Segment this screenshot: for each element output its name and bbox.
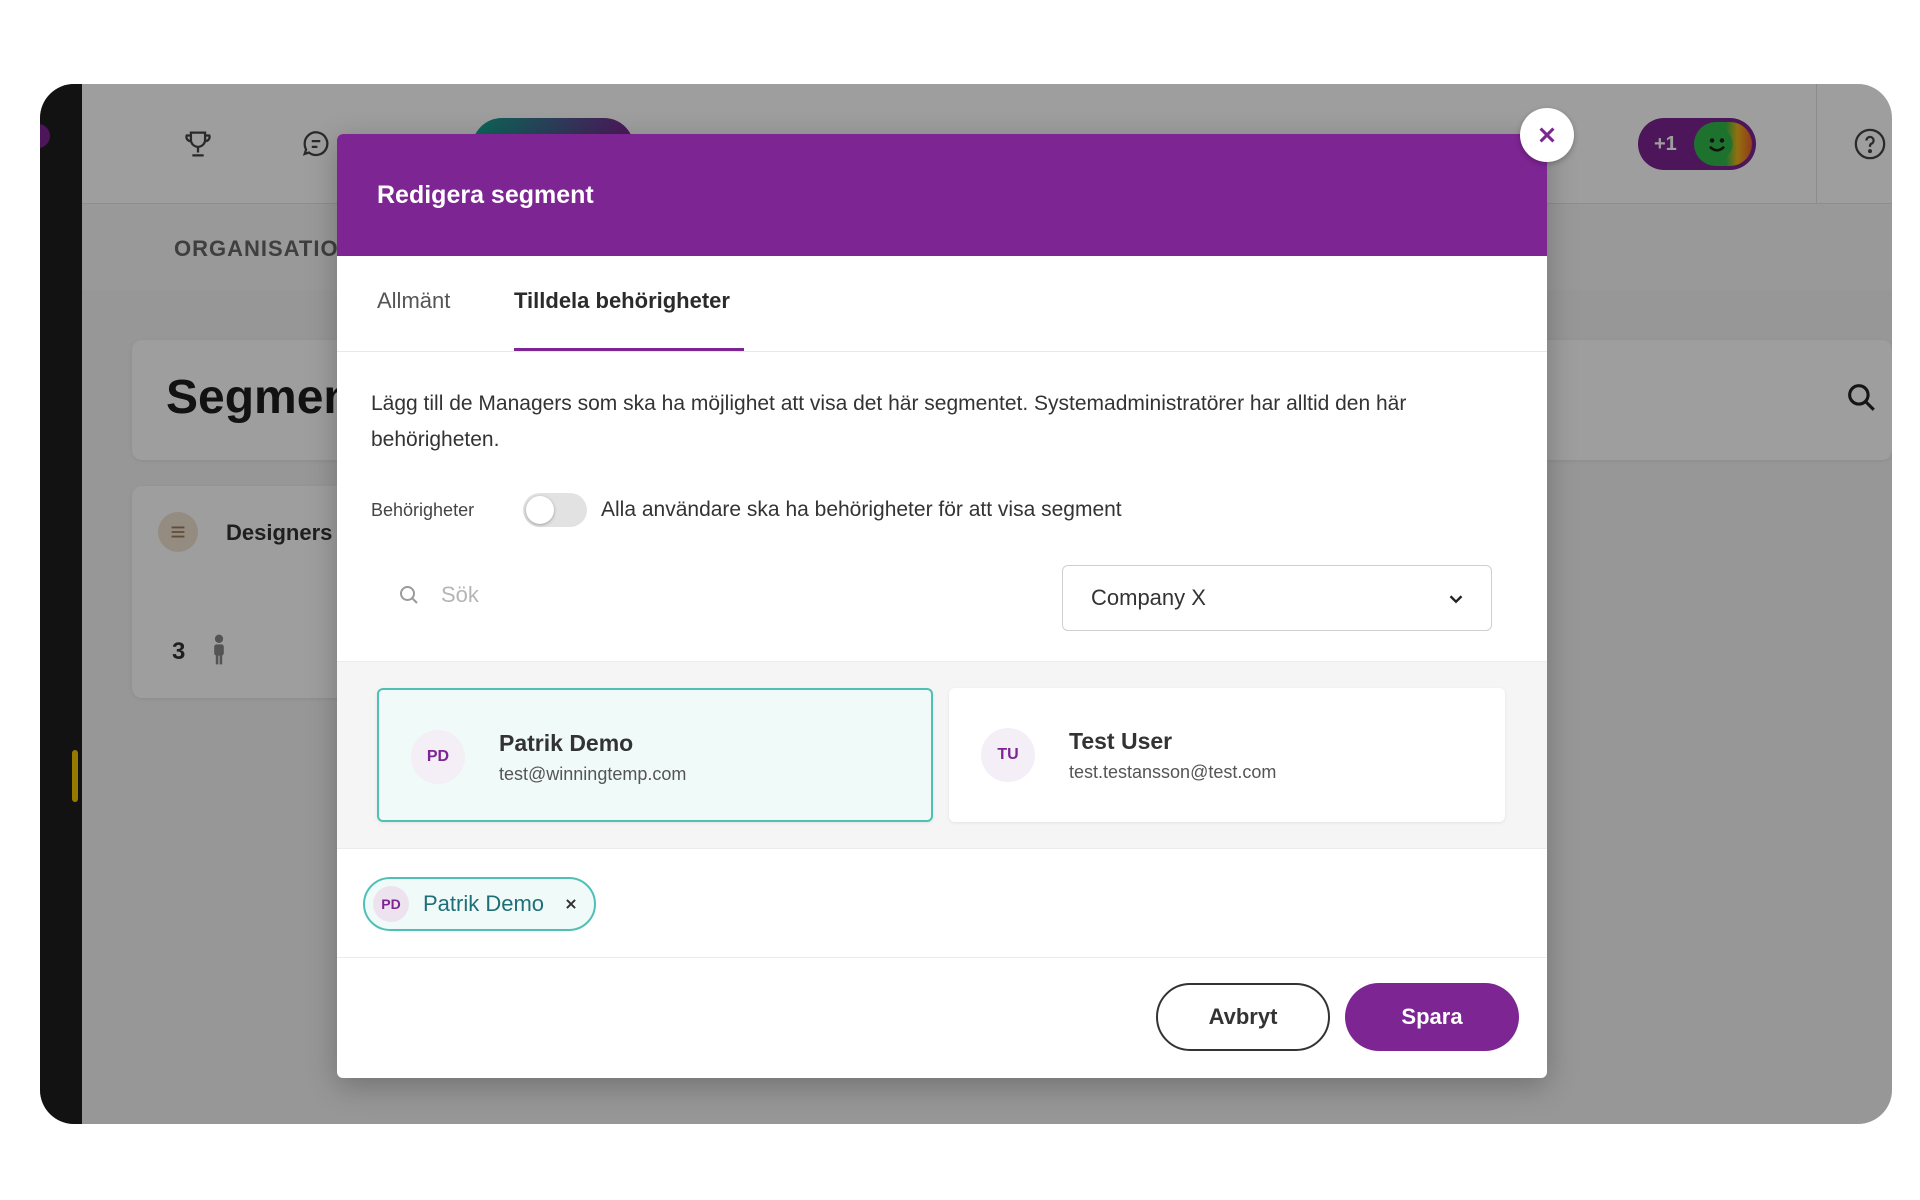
modal-close-button[interactable] bbox=[1520, 108, 1574, 162]
avatar: TU bbox=[981, 728, 1035, 782]
company-select-value: Company X bbox=[1091, 585, 1206, 610]
all-users-permission-toggle[interactable] bbox=[523, 493, 587, 527]
tab-general[interactable]: Allmänt bbox=[377, 288, 450, 314]
cancel-button[interactable]: Avbryt bbox=[1156, 983, 1330, 1051]
avatar: PD bbox=[411, 730, 465, 784]
save-button[interactable]: Spara bbox=[1345, 983, 1519, 1051]
tab-assign-permissions[interactable]: Tilldela behörigheter bbox=[514, 288, 730, 314]
user-email: test@winningtemp.com bbox=[499, 764, 687, 784]
user-list: PD Patrik Demo test@winningtemp.com TU T… bbox=[337, 661, 1547, 849]
modal-tabs: Allmänt Tilldela behörigheter bbox=[337, 256, 1547, 352]
avatar: PD bbox=[373, 886, 409, 922]
toggle-knob bbox=[526, 496, 554, 524]
chevron-down-icon bbox=[1445, 588, 1467, 610]
user-name: Test User bbox=[1069, 728, 1173, 754]
permissions-row: Behörigheter Alla användare ska ha behör… bbox=[371, 490, 1122, 530]
search-input[interactable] bbox=[441, 582, 941, 608]
search-icon bbox=[397, 583, 421, 607]
active-tab-underline bbox=[514, 348, 744, 351]
chip-label: Patrik Demo bbox=[423, 891, 545, 916]
close-icon bbox=[1539, 127, 1555, 143]
user-card[interactable]: PD Patrik Demo test@winningtemp.com bbox=[377, 688, 933, 822]
user-card[interactable]: TU Test User test.testansson@test.com bbox=[949, 688, 1505, 822]
edit-segment-modal: Redigera segment Allmänt Tilldela behöri… bbox=[337, 134, 1547, 1078]
selected-users: PD Patrik Demo bbox=[337, 850, 1547, 958]
toggle-description: Alla användare ska ha behörigheter för a… bbox=[601, 498, 1122, 521]
modal-title: Redigera segment bbox=[377, 180, 594, 209]
close-icon[interactable] bbox=[562, 895, 580, 913]
user-search bbox=[377, 566, 997, 624]
user-email: test.testansson@test.com bbox=[1069, 762, 1277, 782]
selected-user-chip: PD Patrik Demo bbox=[363, 877, 597, 931]
permissions-label: Behörigheter bbox=[371, 499, 475, 520]
company-select[interactable]: Company X bbox=[1062, 565, 1492, 631]
user-name: Patrik Demo bbox=[499, 730, 634, 756]
modal-header: Redigera segment bbox=[337, 134, 1547, 256]
permissions-description: Lägg till de Managers som ska ha möjligh… bbox=[371, 392, 1407, 451]
